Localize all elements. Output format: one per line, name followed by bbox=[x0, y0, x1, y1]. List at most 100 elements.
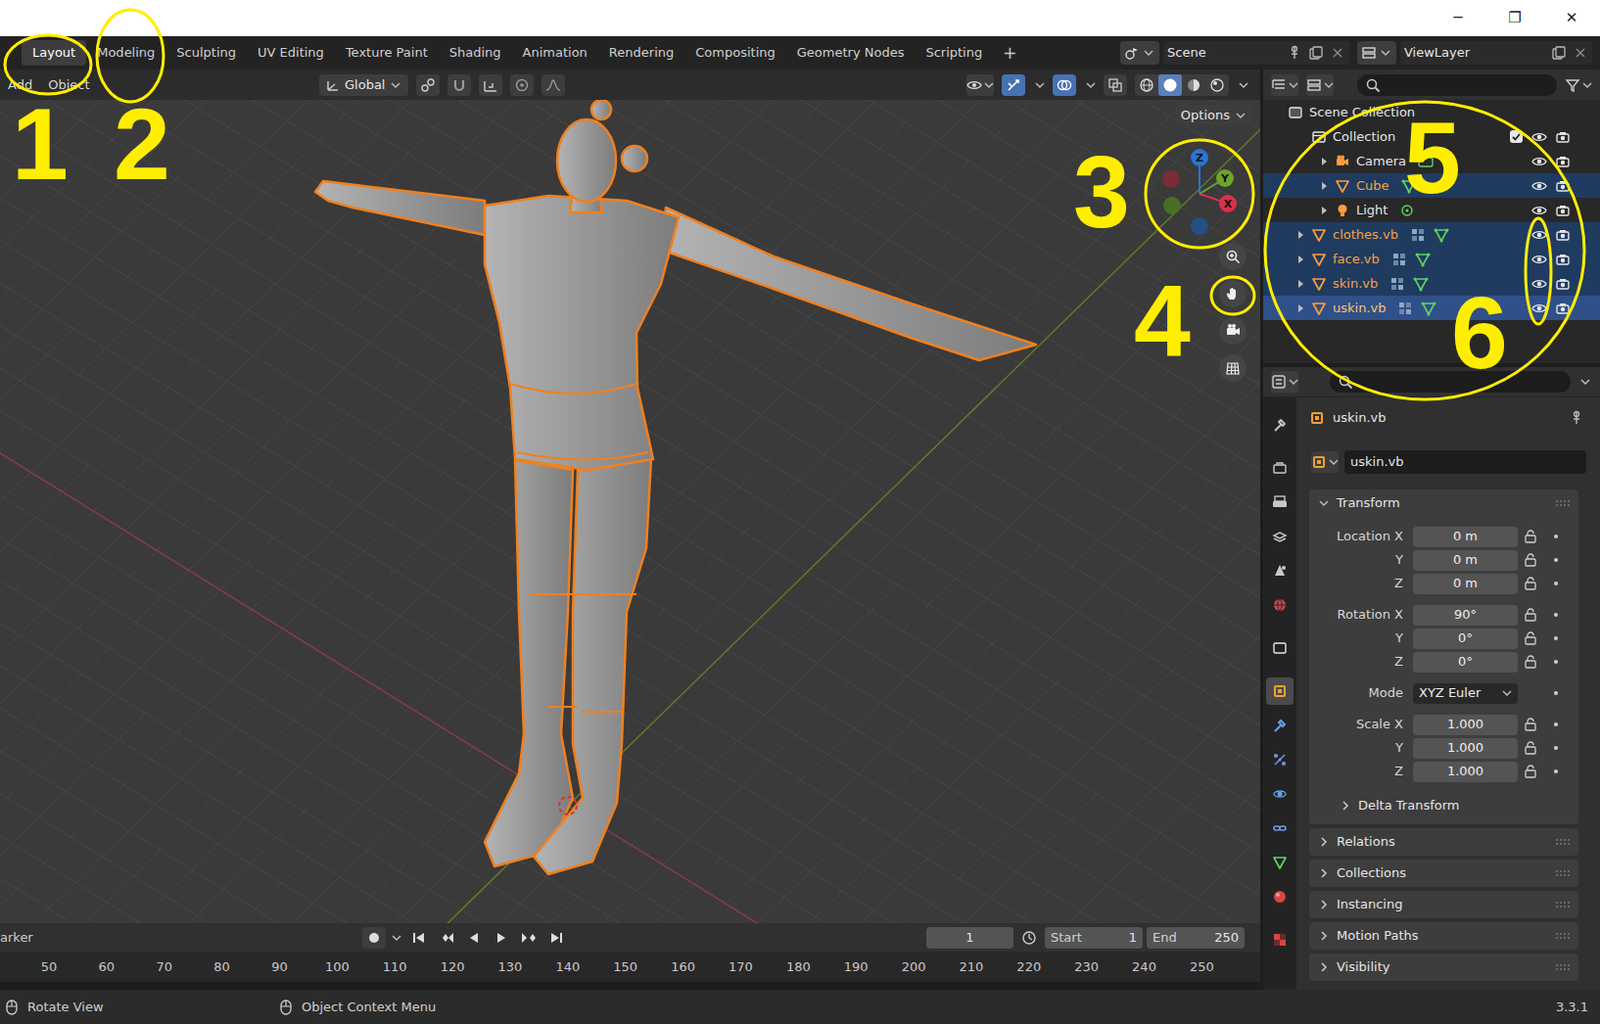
workspace-tab[interactable]: Rendering bbox=[598, 40, 685, 66]
lock-icon[interactable] bbox=[1522, 528, 1539, 545]
lock-icon[interactable] bbox=[1522, 716, 1539, 733]
lock-icon[interactable] bbox=[1522, 763, 1539, 780]
options-dropdown[interactable]: Options bbox=[1175, 104, 1254, 127]
chevron-icon[interactable] bbox=[1033, 78, 1045, 93]
next-key-button[interactable] bbox=[517, 927, 541, 949]
render-camera-icon[interactable] bbox=[1554, 178, 1571, 194]
display-mode-button[interactable] bbox=[1306, 74, 1334, 96]
expand-arrow-icon[interactable] bbox=[1294, 301, 1309, 316]
lock-icon[interactable] bbox=[1522, 654, 1539, 670]
lock-icon[interactable] bbox=[1522, 630, 1539, 647]
eye-open-icon[interactable] bbox=[1531, 129, 1548, 145]
lock-icon[interactable] bbox=[1522, 575, 1539, 592]
panel-header[interactable]: Visibility bbox=[1309, 953, 1579, 982]
data-tab[interactable] bbox=[1266, 848, 1294, 877]
pin-icon[interactable] bbox=[1286, 45, 1303, 61]
minimize-button[interactable]: ─ bbox=[1429, 0, 1487, 37]
outliner-item-label[interactable]: Scene Collection bbox=[1309, 102, 1415, 123]
workspace-tab[interactable]: Modeling bbox=[86, 40, 166, 66]
outliner-item-label[interactable]: clothes.vb bbox=[1332, 225, 1399, 245]
keyframe-dot-icon[interactable] bbox=[1551, 555, 1561, 565]
physics-tab[interactable] bbox=[1266, 780, 1294, 808]
texture-tab[interactable] bbox=[1266, 926, 1294, 954]
object-name-field[interactable]: uskin.vb bbox=[1344, 450, 1587, 474]
marker-menu[interactable]: arker bbox=[0, 928, 363, 948]
eye-open-icon[interactable] bbox=[1531, 227, 1548, 243]
mesh-data-icon[interactable] bbox=[1412, 276, 1429, 292]
gizmo-toggle[interactable] bbox=[1001, 74, 1026, 96]
snap-element-button[interactable] bbox=[478, 74, 503, 96]
duplicate-icon[interactable] bbox=[1551, 45, 1567, 61]
keyframe-dot-icon[interactable] bbox=[1551, 578, 1561, 589]
workspace-tab[interactable]: Scripting bbox=[914, 40, 993, 66]
lock-icon[interactable] bbox=[1522, 607, 1539, 623]
view-layer-field[interactable]: ViewLayer bbox=[1400, 41, 1593, 65]
render-camera-icon[interactable] bbox=[1554, 129, 1571, 145]
outliner-item-label[interactable]: Cube bbox=[1356, 176, 1390, 196]
constraints-tab[interactable] bbox=[1266, 814, 1294, 843]
keyframe-dot-icon[interactable] bbox=[1551, 657, 1561, 667]
property-field[interactable]: 1.000 bbox=[1412, 738, 1518, 759]
expand-arrow-icon[interactable] bbox=[1317, 203, 1332, 218]
timeline-scrollbar[interactable] bbox=[0, 982, 1261, 990]
output-tab[interactable] bbox=[1266, 488, 1294, 517]
character-model[interactable] bbox=[315, 99, 1036, 875]
modifier-icon[interactable] bbox=[1389, 276, 1406, 292]
eye-open-icon[interactable] bbox=[1531, 153, 1548, 170]
world-tab[interactable] bbox=[1266, 591, 1294, 619]
jump-end-button[interactable] bbox=[544, 927, 568, 949]
keyframe-dot-icon[interactable] bbox=[1551, 610, 1561, 620]
keyframe-dot-icon[interactable] bbox=[1551, 688, 1561, 699]
panel-header[interactable]: Collections bbox=[1309, 859, 1579, 888]
grip-icon[interactable] bbox=[1554, 498, 1571, 509]
workspace-tab[interactable]: UV Editing bbox=[246, 40, 335, 66]
outliner-row[interactable]: Camera bbox=[1263, 148, 1600, 174]
mesh-data-icon[interactable] bbox=[1414, 251, 1431, 268]
workspace-tab[interactable]: Texture Paint bbox=[334, 40, 439, 66]
panel-header[interactable]: Relations bbox=[1309, 828, 1579, 856]
workspace-tab[interactable]: Sculpting bbox=[165, 40, 247, 66]
shading-rendered-button[interactable] bbox=[1205, 74, 1229, 96]
panel-header[interactable]: Motion Paths bbox=[1309, 922, 1579, 950]
properties-search-field[interactable] bbox=[1329, 371, 1571, 393]
exclude-checkbox[interactable] bbox=[1509, 130, 1523, 143]
particles-tab[interactable] bbox=[1266, 746, 1294, 774]
xray-toggle[interactable] bbox=[1103, 74, 1128, 96]
perspective-grid-button[interactable] bbox=[1219, 354, 1247, 382]
grip-icon[interactable] bbox=[1554, 962, 1571, 973]
scene-tab[interactable] bbox=[1266, 557, 1294, 585]
orientation-dropdown[interactable]: Global bbox=[319, 74, 409, 96]
outliner-item-label[interactable]: Camera bbox=[1356, 151, 1407, 172]
auto-key-button[interactable] bbox=[362, 927, 386, 949]
zoom-button[interactable] bbox=[1219, 242, 1247, 271]
render-camera-icon[interactable] bbox=[1554, 251, 1571, 268]
property-field[interactable]: 0 m bbox=[1412, 550, 1518, 571]
object-browse-button[interactable] bbox=[1311, 451, 1339, 473]
previous-key-button[interactable] bbox=[434, 927, 459, 949]
play-button[interactable] bbox=[489, 927, 514, 949]
editor-type-button[interactable] bbox=[1270, 371, 1299, 393]
property-field[interactable]: 90° bbox=[1412, 605, 1518, 626]
keyframe-dot-icon[interactable] bbox=[1551, 743, 1561, 753]
tool-tab[interactable] bbox=[1266, 411, 1294, 439]
close-icon[interactable] bbox=[1329, 45, 1346, 61]
render-camera-icon[interactable] bbox=[1554, 227, 1571, 243]
shading-solid-button[interactable] bbox=[1158, 74, 1182, 96]
pin-icon[interactable] bbox=[1568, 410, 1585, 426]
outliner-row[interactable]: face.vb bbox=[1263, 246, 1600, 272]
modifier-icon[interactable] bbox=[1391, 251, 1408, 268]
jump-start-button[interactable] bbox=[407, 927, 431, 949]
navigation-gizmo[interactable]: XYZ bbox=[1162, 148, 1237, 236]
shading-wireframe-button[interactable] bbox=[1134, 74, 1159, 96]
render-camera-icon[interactable] bbox=[1554, 300, 1571, 317]
outliner-row[interactable]: clothes.vb bbox=[1263, 222, 1600, 247]
mesh-data-icon[interactable] bbox=[1433, 227, 1450, 243]
material-tab[interactable] bbox=[1266, 883, 1294, 911]
light-data-icon[interactable] bbox=[1399, 202, 1415, 219]
expand-arrow-icon[interactable] bbox=[1294, 252, 1309, 267]
filter-button[interactable] bbox=[1564, 74, 1593, 96]
outliner-item-label[interactable]: Collection bbox=[1332, 127, 1396, 147]
visibility-button[interactable] bbox=[966, 74, 994, 96]
3d-cursor[interactable] bbox=[559, 797, 577, 815]
expand-arrow-icon[interactable] bbox=[1317, 179, 1332, 193]
